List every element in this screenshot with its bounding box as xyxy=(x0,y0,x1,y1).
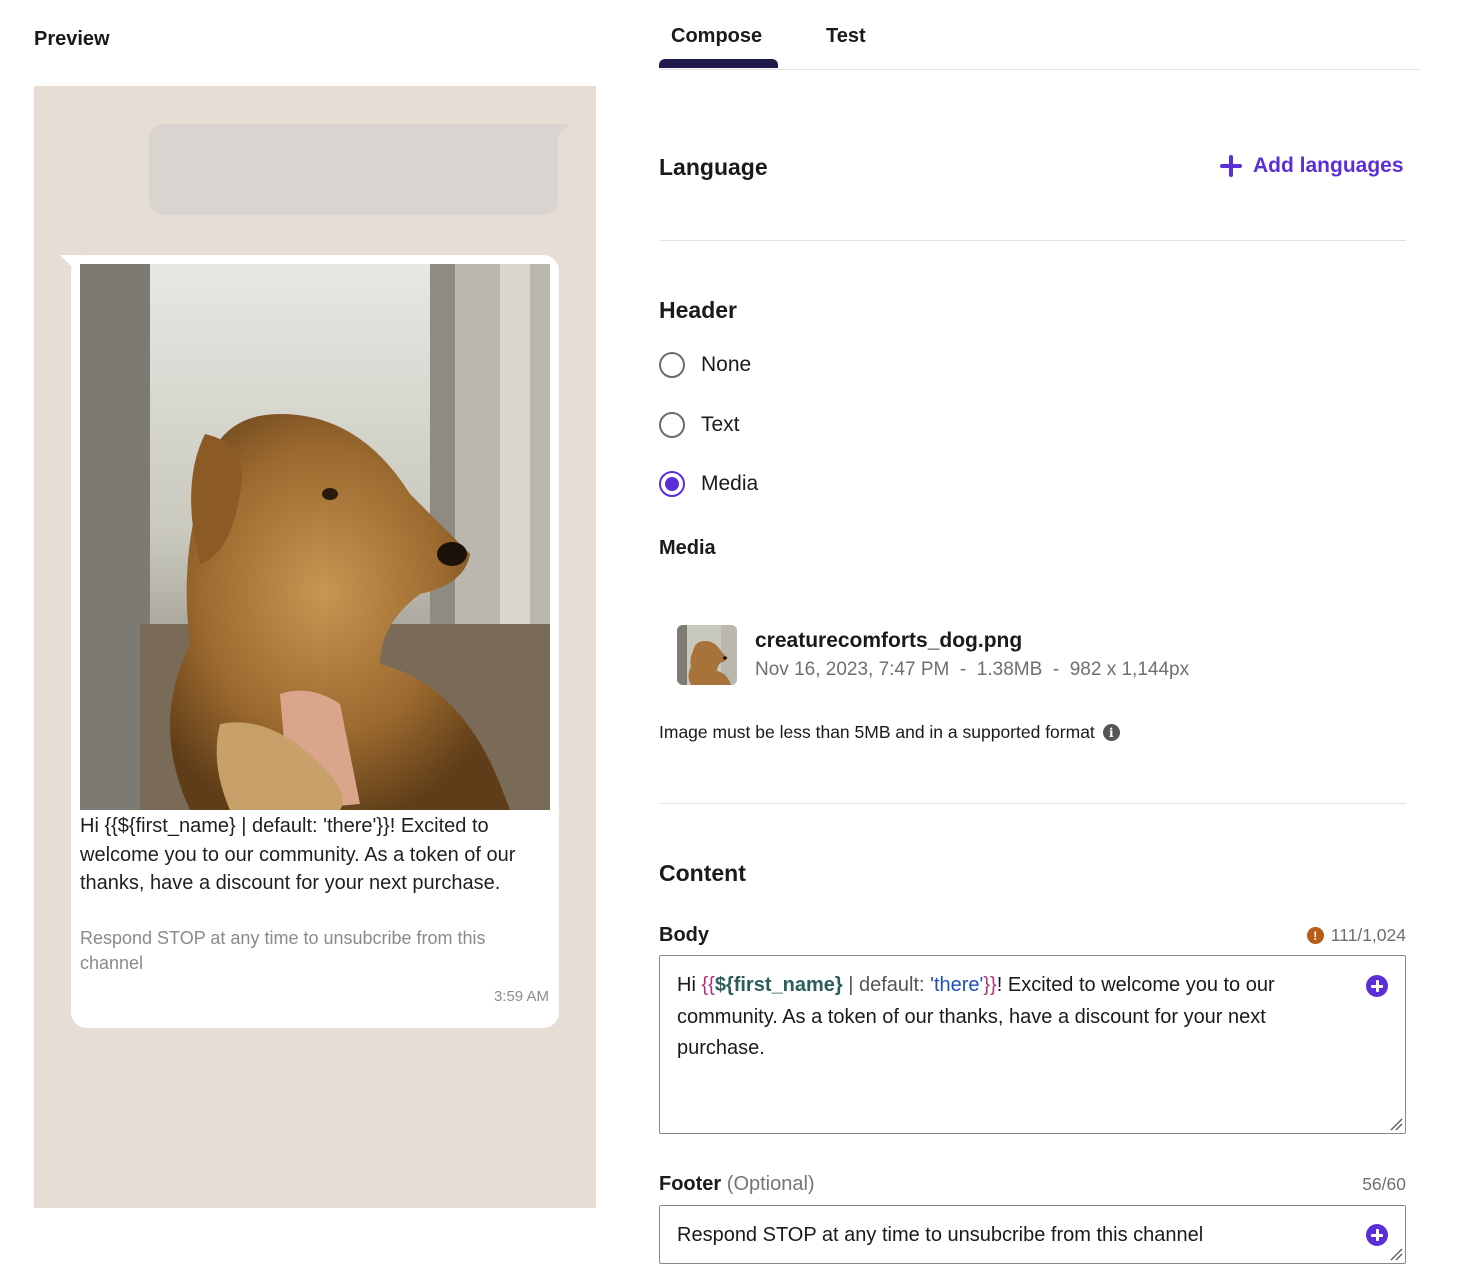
content-section-title: Content xyxy=(659,860,746,886)
file-dimensions: 982 x 1,144px xyxy=(1069,659,1190,680)
body-label: Body xyxy=(659,924,709,946)
header-option-none[interactable]: None xyxy=(659,352,751,378)
radio-label-media: Media xyxy=(701,472,759,495)
divider xyxy=(659,240,1406,241)
radio-media[interactable] xyxy=(659,471,685,497)
footer-counter-value: 56/60 xyxy=(1362,1174,1406,1194)
header-option-text[interactable]: Text xyxy=(659,412,740,438)
preview-title: Preview xyxy=(34,28,110,50)
radio-label-text: Text xyxy=(701,413,740,436)
body-textarea[interactable]: Hi {{${first_name} | default: 'there'}}!… xyxy=(659,955,1406,1134)
liquid-variable: ${first_name} xyxy=(714,974,843,996)
add-languages-label: Add languages xyxy=(1253,154,1404,177)
footer-optional-tag: (Optional) xyxy=(726,1173,815,1195)
footer-char-counter: 56/60 xyxy=(1362,1174,1406,1195)
message-footer-text: Respond STOP at any time to unsubcribe f… xyxy=(80,928,486,973)
file-meta: Nov 16, 2023, 7:47 PM - 1.38MB - 982 x 1… xyxy=(755,659,1190,680)
resize-handle-icon[interactable] xyxy=(1389,1117,1403,1131)
file-date: Nov 16, 2023, 7:47 PM xyxy=(755,659,950,680)
dog-photo-icon xyxy=(80,264,550,810)
insert-personalization-icon[interactable] xyxy=(1366,1224,1388,1246)
message-media-image xyxy=(80,264,550,810)
tab-test[interactable]: Test xyxy=(826,25,866,48)
divider xyxy=(659,803,1406,804)
active-tab-indicator xyxy=(659,59,778,68)
message-timestamp: 3:59 AM xyxy=(493,988,549,1005)
file-name: creaturecomforts_dog.png xyxy=(755,629,1023,652)
header-option-media[interactable]: Media xyxy=(659,471,758,497)
body-char-counter: ! 111/1,024 xyxy=(1306,925,1406,946)
radio-label-none: None xyxy=(701,353,752,376)
insert-personalization-icon[interactable] xyxy=(1366,975,1388,997)
resize-handle-icon[interactable] xyxy=(1389,1247,1403,1261)
liquid-filter: | default: xyxy=(842,974,931,996)
liquid-close-brace: }} xyxy=(983,974,997,996)
liquid-open-brace: {{ xyxy=(701,974,715,996)
footer-label-text: Footer xyxy=(659,1173,722,1195)
warning-icon: ! xyxy=(1306,927,1324,944)
message-body-text: Hi {{${first_name} | default: 'there'}}!… xyxy=(80,815,516,894)
media-label: Media xyxy=(659,537,716,559)
header-section-title: Header xyxy=(659,297,737,323)
footer-label: Footer (Optional) xyxy=(659,1173,815,1196)
media-hint-text: Image must be less than 5MB and in a sup… xyxy=(659,722,1095,742)
info-icon[interactable]: i xyxy=(1102,724,1120,741)
dog-thumbnail-icon xyxy=(677,625,737,685)
language-section-title: Language xyxy=(659,154,768,180)
message-bubble: Hi {{${first_name} | default: 'there'}}!… xyxy=(71,255,559,1028)
chat-preview: Hi {{${first_name} | default: 'there'}}!… xyxy=(34,86,596,1208)
tab-compose[interactable]: Compose xyxy=(671,25,762,48)
liquid-default-value: 'there' xyxy=(930,974,984,996)
footer-text: Respond STOP at any time to unsubcribe f… xyxy=(677,1224,1204,1246)
tab-bar: Compose Test xyxy=(659,0,1421,70)
media-hint: Image must be less than 5MB and in a sup… xyxy=(659,722,1120,743)
body-counter-value: 111/1,024 xyxy=(1330,925,1406,945)
plus-icon xyxy=(1219,154,1243,178)
footer-textarea[interactable]: Respond STOP at any time to unsubcribe f… xyxy=(659,1205,1406,1264)
add-languages-button[interactable]: Add languages xyxy=(1219,154,1404,178)
file-thumbnail[interactable] xyxy=(677,625,737,685)
outgoing-bubble-tail xyxy=(548,124,570,146)
radio-text[interactable] xyxy=(659,412,685,438)
radio-none[interactable] xyxy=(659,352,685,378)
file-size: 1.38MB xyxy=(976,659,1043,680)
outgoing-message-placeholder xyxy=(149,124,558,215)
body-text: Hi xyxy=(677,974,702,996)
